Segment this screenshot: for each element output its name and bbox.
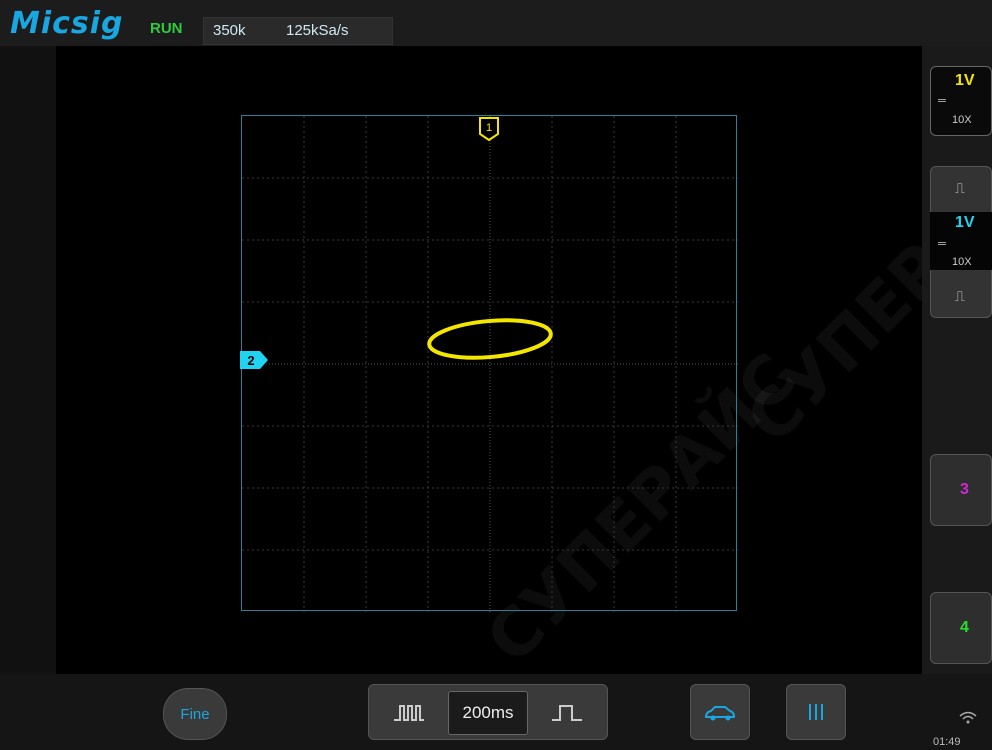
xy-plot-area[interactable] xyxy=(241,115,738,612)
svg-text:2: 2 xyxy=(247,353,254,368)
svg-text:1: 1 xyxy=(486,122,492,134)
dc-coupling-icon: ═ xyxy=(938,238,946,250)
timebase-value[interactable]: 200ms xyxy=(448,691,528,735)
ch4-label: 4 xyxy=(960,619,969,636)
sample-rate: 125kSa/s xyxy=(286,22,349,39)
ch1-probe: 10X xyxy=(952,114,972,126)
ch2-scale: 1V xyxy=(955,214,975,231)
timebase-increase-icon[interactable] xyxy=(550,700,584,724)
dc-coupling-icon: ═ xyxy=(938,95,946,107)
wifi-icon xyxy=(959,711,977,724)
car-icon xyxy=(704,706,736,721)
top-status-bar xyxy=(0,0,992,46)
run-state-indicator[interactable]: RUN xyxy=(150,20,183,37)
clock: 01:49 xyxy=(933,736,961,748)
menu-button[interactable] xyxy=(786,684,846,740)
square-wave-icon: ⎍ xyxy=(955,180,965,196)
ch2-position-marker[interactable]: 2 xyxy=(240,349,270,371)
memory-depth: 350k xyxy=(213,22,246,39)
ch3-label: 3 xyxy=(960,481,969,498)
ch2-probe: 10X xyxy=(952,256,972,268)
brand-logo: Micsig xyxy=(10,6,124,41)
auto-button[interactable] xyxy=(690,684,750,740)
bars-icon xyxy=(809,704,823,720)
ch1-position-marker[interactable]: 1 xyxy=(478,116,500,142)
square-wave-icon: ⎍ xyxy=(955,288,965,304)
ch1-scale: 1V xyxy=(955,72,975,89)
timebase-decrease-icon[interactable] xyxy=(392,700,426,724)
fine-button[interactable]: Fine xyxy=(163,688,227,740)
xy-grid xyxy=(242,116,738,612)
